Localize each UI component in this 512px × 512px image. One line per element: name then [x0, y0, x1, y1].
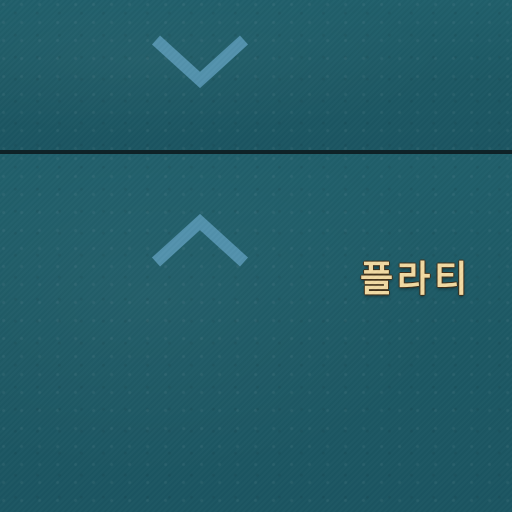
chevron-down-icon — [150, 34, 250, 90]
scroll-down-button[interactable] — [145, 32, 255, 92]
bottom-panel: 플라티 — [0, 154, 512, 512]
top-panel — [0, 0, 512, 150]
scroll-up-button[interactable] — [145, 210, 255, 270]
selection-label: 플라티 — [360, 259, 472, 300]
chevron-up-icon — [150, 212, 250, 268]
